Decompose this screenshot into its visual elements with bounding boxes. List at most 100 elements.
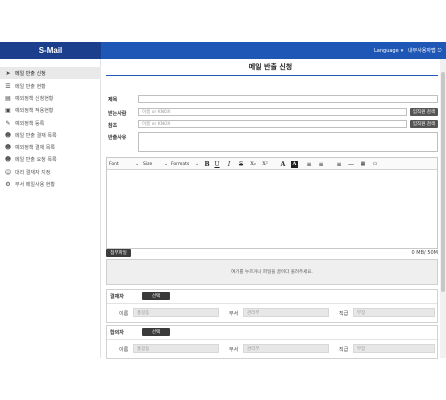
subject-input[interactable]: [138, 95, 438, 103]
recipient-org-search-button[interactable]: 임직원 검색: [410, 108, 438, 116]
sidebar-item-dept-mail-usage[interactable]: ⚙ 부서 메일사용 현황: [0, 178, 101, 190]
agreer-position-field: 부장: [353, 344, 435, 353]
user-directory-label: 내부사용자맵: [408, 48, 436, 54]
sidebar-item-label: 부서 메일사용 현황: [15, 181, 55, 188]
user-plus-icon: ☺: [4, 168, 12, 176]
editor-toolbar: Font ⌄ Size ⌄ Formats ⌄ B U I S X₂ X² A …: [107, 158, 437, 170]
sidebar-item-delegate-approver[interactable]: ☺ 대리 결재자 지정: [0, 166, 101, 178]
approver-dept-label: 부서: [229, 311, 239, 317]
sidebar-item-label: 메일 반출 신청: [15, 70, 46, 77]
sidebar-item-label: 예외정책 등록: [15, 120, 45, 127]
agreer-select-button[interactable]: 선택: [142, 328, 170, 336]
sidebar-item-exception-register[interactable]: ✎ 예외정책 등록: [0, 117, 101, 129]
editor-body[interactable]: [107, 170, 437, 248]
approver-select-button[interactable]: 선택: [142, 292, 170, 300]
agreer-position-label: 직급: [339, 347, 349, 353]
agreer-name-label: 이름: [119, 347, 129, 353]
underline-icon[interactable]: U: [213, 160, 221, 168]
app-window: S-Mail Language ▾ 내부사용자맵 ⎋ ➤ 메일 반출 신청 ☰ …: [0, 42, 446, 359]
divider: [107, 339, 437, 340]
file-dropzone[interactable]: 여기를 누르거나 파일을 끌어다 올려주세요.: [106, 259, 438, 285]
approver-name-field: 홍길동: [133, 308, 219, 317]
cc-label: 참조: [108, 123, 118, 129]
attachment-button[interactable]: 첨부파일: [106, 249, 131, 257]
brand-logo[interactable]: S-Mail: [0, 42, 101, 59]
language-menu[interactable]: Language ▾: [374, 42, 403, 59]
exit-icon: ⎋: [437, 47, 442, 54]
format-select-label: Formats: [171, 161, 190, 167]
sidebar-item-label: 메일 반출 요청 목록: [15, 156, 57, 163]
sidebar-item-label: 메일 반출 결재 목록: [15, 132, 57, 139]
caret-down-icon: ▾: [400, 47, 404, 54]
agreer-name-field: 홍길동: [133, 344, 219, 353]
font-select-label: Font: [109, 161, 119, 167]
sidebar: ➤ 메일 반출 신청 ☰ 메일 반출 현황 ▤ 예외정책 신청현황 ▣ 예외정책…: [0, 59, 101, 358]
image-icon[interactable]: ▭: [371, 160, 379, 168]
chevron-down-icon: ⌄: [195, 161, 199, 167]
sidebar-item-mail-export-request[interactable]: ➤ 메일 반출 신청: [0, 67, 101, 79]
chevron-down-icon: ⌄: [135, 161, 139, 167]
user-list-icon: ☻: [4, 155, 12, 163]
background-color-icon[interactable]: A: [291, 160, 298, 168]
sidebar-item-exception-request-status[interactable]: ▤ 예외정책 신청현황: [0, 92, 101, 104]
divider: [107, 303, 437, 304]
approver-title: 결재자: [110, 294, 124, 300]
paper-plane-icon: ➤: [5, 69, 11, 77]
sidebar-item-mail-export-status[interactable]: ☰ 메일 반출 현황: [0, 80, 101, 92]
scrollbar-thumb[interactable]: [441, 72, 445, 292]
align-icon[interactable]: ≡: [335, 160, 343, 168]
list-icon: ☰: [5, 82, 11, 90]
font-select[interactable]: Font ⌄: [109, 160, 139, 168]
sidebar-item-mail-export-approval-list[interactable]: ☻ 메일 반출 결재 목록: [0, 129, 101, 141]
bullet-list-icon[interactable]: ≡: [317, 160, 325, 168]
ordered-list-icon[interactable]: ≡: [305, 160, 313, 168]
user-directory-link[interactable]: 내부사용자맵 ⎋: [408, 42, 442, 59]
strikethrough-icon[interactable]: S: [237, 160, 245, 168]
sidebar-item-mail-export-request-list[interactable]: ☻ 메일 반출 요청 목록: [0, 153, 101, 165]
sidebar-item-exception-approval-list[interactable]: ☻ 예외정책 결재 목록: [0, 141, 101, 153]
format-select[interactable]: Formats ⌄: [171, 160, 199, 168]
page-title: 메일 반출 신청: [248, 63, 293, 71]
size-select-label: Size: [143, 161, 153, 167]
sidebar-item-label: 예외정책 신청현황: [15, 95, 54, 102]
clipboard-check-icon: ▣: [5, 106, 11, 114]
recipient-label: 받는사람: [108, 111, 127, 117]
approver-dept-field: 관리부: [243, 308, 329, 317]
agreer-title: 합의자: [110, 330, 124, 336]
sidebar-item-label: 메일 반출 현황: [15, 83, 46, 90]
approver-position-label: 직급: [339, 311, 349, 317]
horizontal-rule-icon[interactable]: —: [347, 160, 355, 168]
edit-icon: ✎: [5, 119, 11, 127]
table-icon[interactable]: ▦: [359, 160, 367, 168]
sidebar-item-exception-applied-status[interactable]: ▣ 예외정책 적용현황: [0, 104, 101, 116]
recipient-input[interactable]: 이름 or KNOX: [138, 108, 407, 116]
attachment-size: 0 MB/ 50M: [411, 250, 438, 256]
bold-icon[interactable]: B: [203, 160, 211, 168]
clipboard-icon: ▤: [5, 94, 11, 102]
agreer-box: 합의자 선택 이름 홍길동 부서 관리부 직급 부장: [106, 325, 438, 359]
italic-icon[interactable]: I: [225, 160, 233, 168]
subject-label: 제목: [108, 97, 118, 103]
agreer-dept-field: 관리부: [243, 344, 329, 353]
gear-icon: ⚙: [5, 180, 11, 188]
cc-org-search-button[interactable]: 임직원 검색: [410, 120, 438, 128]
text-color-icon[interactable]: A: [279, 160, 287, 168]
size-select[interactable]: Size ⌄: [143, 160, 168, 168]
reason-textarea[interactable]: [138, 132, 438, 152]
sidebar-item-label: 예외정책 결재 목록: [15, 144, 55, 151]
chevron-down-icon: ⌄: [164, 161, 168, 167]
subscript-icon[interactable]: X₂: [249, 160, 257, 168]
approver-position-field: 부장: [353, 308, 435, 317]
reason-label: 반출사유: [108, 135, 127, 141]
approver-box: 결재자 선택 이름 홍길동 부서 관리부 직급 부장: [106, 289, 438, 323]
title-divider: [106, 75, 438, 76]
rich-text-editor: Font ⌄ Size ⌄ Formats ⌄ B U I S X₂ X² A …: [106, 157, 438, 249]
cc-input[interactable]: 이름 or KNOX: [138, 120, 407, 128]
sidebar-item-label: 예외정책 적용현황: [15, 107, 54, 114]
top-bar: S-Mail Language ▾ 내부사용자맵 ⎋: [0, 42, 446, 59]
main-content: 메일 반출 신청 제목 받는사람 이름 or KNOX 임직원 검색 참조 이름…: [101, 59, 440, 359]
user-check-icon: ☻: [4, 143, 12, 151]
user-check-icon: ☻: [4, 131, 12, 139]
superscript-icon[interactable]: X²: [261, 160, 269, 168]
agreer-dept-label: 부서: [229, 347, 239, 353]
